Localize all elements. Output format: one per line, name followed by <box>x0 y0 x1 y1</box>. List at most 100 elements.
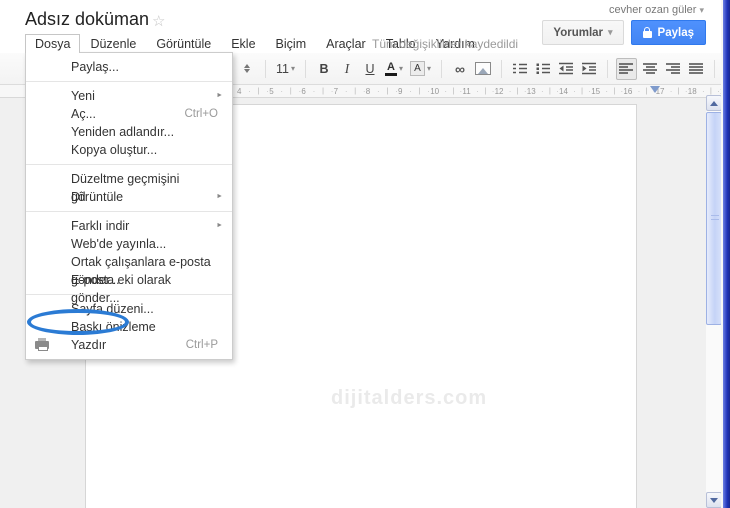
ruler-cell: 15 · | · <box>591 86 624 96</box>
file-menu-item[interactable]: Düzeltme geçmişini görüntüle <box>26 170 232 204</box>
toolbar-divider <box>607 59 609 78</box>
google-docs-window: cevher ozan güler ▾ Adsız doküman ☆ Yorum… <box>0 0 730 508</box>
account-menu[interactable]: cevher ozan güler ▾ <box>609 4 704 16</box>
ruler-cell: 14 · | · <box>559 86 591 96</box>
lock-icon <box>642 26 652 38</box>
insert-image-icon[interactable] <box>473 58 493 80</box>
file-menu-item[interactable]: Paylaş... <box>26 58 232 76</box>
share-button-label: Paylaş <box>657 26 694 39</box>
file-menu-item-label: Yeniden adlandır... <box>71 125 175 139</box>
font-size-dropdown[interactable]: 11 ▾ <box>274 58 297 80</box>
shortcut-label: Ctrl+O <box>184 108 218 120</box>
file-menu-item[interactable]: Yeni ► <box>26 87 232 105</box>
submenu-arrow-icon: ► <box>216 222 223 229</box>
ruler-cell: 7 · | · <box>333 86 366 96</box>
menu-separator <box>26 81 232 82</box>
file-menu-item[interactable]: Web'de yayınla... <box>26 235 232 253</box>
document-title[interactable]: Adsız doküman <box>25 9 149 30</box>
file-menu-item[interactable]: Kopya oluştur... <box>26 141 232 159</box>
watermark-text: dijitalders.com <box>331 387 488 409</box>
menubar-item-düzenle[interactable]: Düzenle <box>80 34 146 53</box>
ruler-cell: 10 · | · <box>430 86 463 96</box>
align-right-icon[interactable] <box>663 58 683 80</box>
menubar-item-görüntüle[interactable]: Görüntüle <box>146 34 221 53</box>
numbered-list-icon[interactable] <box>510 58 530 80</box>
submenu-arrow-icon: ► <box>216 92 223 99</box>
comments-button-label: Yorumlar <box>553 26 604 39</box>
file-menu-item[interactable]: Ortak çalışanlara e-posta gönder... <box>26 253 232 287</box>
file-menu-item-label: Aç... <box>71 107 97 121</box>
annotation-ellipse <box>27 309 129 335</box>
printer-icon <box>35 338 49 351</box>
ruler-cell: 11 · | · <box>462 86 495 96</box>
menubar-item-dosya[interactable]: Dosya <box>25 34 81 53</box>
arrow-down-icon <box>710 497 718 503</box>
bulleted-list-icon[interactable] <box>533 58 553 80</box>
menu-separator <box>26 211 232 212</box>
insert-link-icon[interactable]: ∞ <box>450 58 470 80</box>
text-color-icon: A <box>387 60 395 73</box>
bold-button[interactable]: B <box>314 58 334 80</box>
align-left-icon[interactable] <box>616 57 638 80</box>
menu-separator <box>26 294 232 295</box>
chevron-down-icon: ▾ <box>427 64 432 73</box>
chevron-down-icon: ▾ <box>699 5 704 15</box>
toolbar-divider <box>714 59 716 78</box>
ruler-cell: 13 · | · <box>526 86 559 96</box>
margin-marker-icon[interactable] <box>650 86 660 93</box>
file-menu-item-label: Farklı indir <box>71 219 130 233</box>
outdent-icon[interactable] <box>556 58 576 80</box>
file-menu-item-label: Yazdır <box>71 338 107 352</box>
ruler-cell: 12 · | · <box>494 86 527 96</box>
shortcut-label: Ctrl+P <box>185 339 218 351</box>
italic-button[interactable]: I <box>337 58 357 80</box>
menubar-item-ekle[interactable]: Ekle <box>221 34 265 53</box>
chevron-down-icon: ▾ <box>399 64 404 73</box>
file-menu-item[interactable]: Dil ► <box>26 188 232 206</box>
ruler-cell: 6 · | · <box>301 86 334 96</box>
align-center-icon[interactable] <box>640 58 660 80</box>
highlight-color-icon: A <box>410 61 426 76</box>
ruler-cell: 9 · | · <box>398 86 430 96</box>
highlight-color-button[interactable]: A ▾ <box>408 58 433 80</box>
menu-separator <box>26 164 232 165</box>
menubar-item-araçlar[interactable]: Araçlar <box>316 34 376 53</box>
justify-icon[interactable] <box>686 58 706 80</box>
font-size-spinner-icon[interactable] <box>237 58 257 80</box>
ruler-cell: 17 · | · <box>655 86 688 96</box>
file-menu-item[interactable]: Yazdır Ctrl+P <box>26 336 232 354</box>
file-menu-item-label: Paylaş... <box>71 60 119 74</box>
file-menu-item-label: Yeni <box>71 89 95 103</box>
toolbar-divider <box>265 59 266 78</box>
scrollbar-thumb[interactable] <box>706 112 722 325</box>
ruler-cell: 5 · | · <box>269 86 302 96</box>
vertical-scrollbar[interactable] <box>706 95 722 508</box>
chevron-down-icon: ▾ <box>290 64 295 73</box>
chevron-down-icon: ▾ <box>608 27 613 37</box>
file-menu-item-label: Kopya oluştur... <box>71 143 158 157</box>
toolbar-divider <box>501 59 503 78</box>
comments-button[interactable]: Yorumlar ▾ <box>542 20 624 45</box>
account-name: cevher ozan güler <box>609 4 697 16</box>
indent-icon[interactable] <box>579 58 599 80</box>
file-menu-item[interactable]: Aç... Ctrl+O <box>26 105 232 123</box>
file-menu-item-label: Web'de yayınla... <box>71 237 167 251</box>
toolbar-divider <box>441 59 443 78</box>
file-menu-item[interactable]: E-posta eki olarak gönder... <box>26 271 232 305</box>
share-button[interactable]: Paylaş <box>630 20 706 45</box>
file-menu-item[interactable]: Yeniden adlandır... <box>26 123 232 141</box>
scroll-up-button[interactable] <box>706 95 722 111</box>
save-status: Tüm değişiklikler kaydedildi <box>372 37 519 51</box>
text-color-button[interactable]: A ▾ <box>383 58 405 80</box>
scroll-down-button[interactable] <box>706 492 722 508</box>
star-icon[interactable]: ☆ <box>152 12 165 30</box>
ruler-cell: 4 · | · <box>237 86 269 96</box>
thumb-grip-icon <box>711 215 719 220</box>
menubar-item-biçim[interactable]: Biçim <box>266 34 317 53</box>
font-size-value: 11 <box>276 61 289 76</box>
file-menu-item-label: Dil <box>71 190 86 204</box>
arrow-up-icon <box>710 100 718 106</box>
file-menu-item[interactable]: Farklı indir ► <box>26 217 232 235</box>
submenu-arrow-icon: ► <box>216 193 223 200</box>
underline-button[interactable]: U <box>360 58 380 80</box>
